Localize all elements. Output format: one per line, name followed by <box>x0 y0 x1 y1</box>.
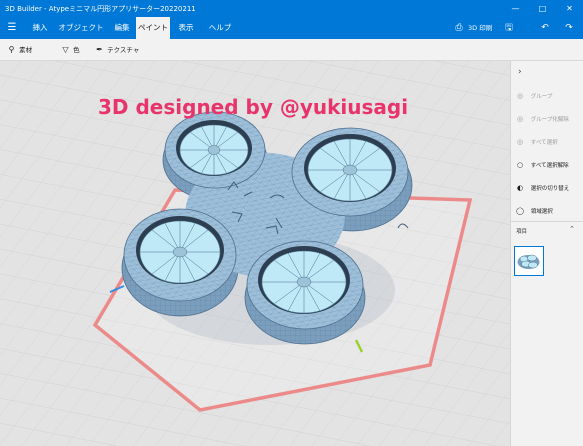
bowl-top-left <box>176 120 252 176</box>
designer-banner: 3D designed by @yukiusagi <box>98 95 409 119</box>
panel-item-toggle-selection[interactable]: ◐ 選択の切り替え <box>511 181 583 195</box>
ribbon: ☰ 挿入 オブジェクト 編集 ペイント 表示 ヘルプ ⎙ 3D 印刷 🖫 ↶ ↷ <box>0 17 583 39</box>
color-label: 色 <box>73 46 80 54</box>
undo-icon[interactable]: ↶ <box>538 17 552 39</box>
tab-insert[interactable]: 挿入 <box>26 17 54 39</box>
color-tool[interactable]: ▽ 色 <box>60 39 80 61</box>
brush-icon: ✒ <box>96 45 103 54</box>
model-thumbnail-icon <box>517 254 540 269</box>
title-bar: 3D Builder - Atypeミニマル円形アプリサーター20220211 … <box>0 0 583 17</box>
model-thumbnail[interactable] <box>514 246 544 276</box>
toggle-selection-icon: ◐ <box>516 184 524 192</box>
paint-toolbar: ⚲ 素材 ▽ 色 ✒ テクスチャ <box>0 39 583 61</box>
window-title: 3D Builder - Atypeミニマル円形アプリサーター20220211 <box>5 5 196 13</box>
minimize-button[interactable]: — <box>502 0 529 17</box>
hamburger-menu-icon[interactable]: ☰ <box>0 17 24 39</box>
panel-item-label: グループ化解除 <box>530 117 569 123</box>
selection-panel: › ◎ グループ ◎ グループ化解除 ◎ すべて選択 ○ すべて選択解除 ◐ 選… <box>510 61 583 446</box>
panel-item-label: すべて選択 <box>530 140 558 146</box>
bucket-icon: ▽ <box>62 45 69 54</box>
tab-object[interactable]: オブジェクト <box>56 17 106 39</box>
bowl-bottom-left <box>136 216 224 284</box>
close-button[interactable]: ✕ <box>556 0 583 17</box>
panel-divider <box>511 221 583 222</box>
panel-item-select-all[interactable]: ◎ すべて選択 <box>511 135 583 149</box>
panel-collapse-chevron-icon[interactable]: › <box>518 67 522 77</box>
3d-viewport[interactable]: 3D designed by @yukiusagi <box>0 61 510 446</box>
bowl-bottom-right <box>258 246 350 314</box>
panel-item-deselect-all[interactable]: ○ すべて選択解除 <box>511 158 583 172</box>
tab-edit[interactable]: 編集 <box>108 17 136 39</box>
3d-print-label[interactable]: 3D 印刷 <box>468 17 492 39</box>
tab-view[interactable]: 表示 <box>172 17 200 39</box>
tab-paint[interactable]: ペイント <box>136 17 170 39</box>
region-select-icon: ◯ <box>516 207 524 215</box>
pin-icon: ⚲ <box>8 45 15 54</box>
panel-item-group[interactable]: ◎ グループ <box>511 89 583 103</box>
3d-print-icon[interactable]: ⎙ <box>452 17 466 39</box>
deselect-all-icon: ○ <box>516 161 524 169</box>
items-collapse-chevron-icon[interactable]: ⌃ <box>569 225 575 233</box>
material-tool[interactable]: ⚲ 素材 <box>6 39 33 61</box>
group-icon: ◎ <box>516 92 524 100</box>
panel-item-label: すべて選択解除 <box>530 163 569 169</box>
panel-item-label: 領域選択 <box>530 209 553 215</box>
panel-item-label: グループ <box>530 94 553 100</box>
material-label: 素材 <box>19 46 33 54</box>
select-all-icon: ◎ <box>516 138 524 146</box>
maximize-button[interactable]: □ <box>529 0 556 17</box>
panel-item-region-select[interactable]: ◯ 領域選択 <box>511 204 583 218</box>
texture-tool[interactable]: ✒ テクスチャ <box>94 39 139 61</box>
ungroup-icon: ◎ <box>516 115 524 123</box>
items-section-label: 項目 <box>516 229 528 235</box>
save-icon[interactable]: 🖫 <box>502 17 516 39</box>
tab-help[interactable]: ヘルプ <box>204 17 236 39</box>
redo-icon[interactable]: ↷ <box>562 17 576 39</box>
texture-label: テクスチャ <box>107 46 140 54</box>
panel-item-ungroup[interactable]: ◎ グループ化解除 <box>511 112 583 126</box>
panel-item-label: 選択の切り替え <box>530 186 570 192</box>
bowl-top-right <box>304 134 396 202</box>
